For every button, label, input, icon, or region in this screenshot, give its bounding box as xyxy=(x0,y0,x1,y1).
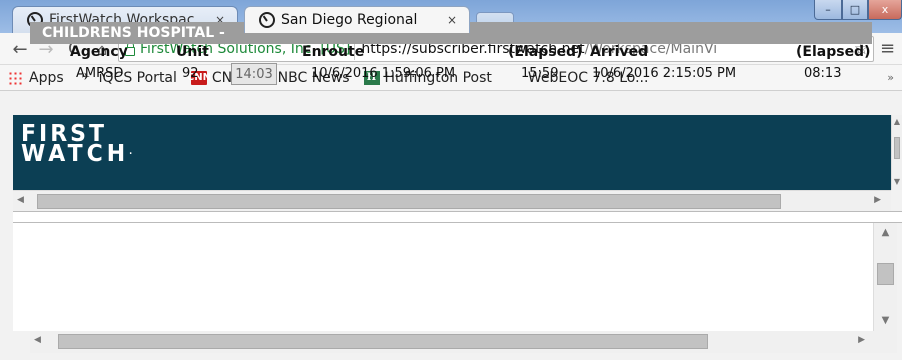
scrollbar-thumb[interactable] xyxy=(58,334,708,349)
column-header-enroute: Enroute xyxy=(302,44,365,60)
scroll-right-icon[interactable]: ▶ xyxy=(874,195,881,205)
tab-title: San Diego Regional xyxy=(281,12,418,28)
scroll-left-icon[interactable]: ◀ xyxy=(34,335,41,345)
unit-cell: 92 xyxy=(182,66,199,81)
scroll-up-icon[interactable]: ▲ xyxy=(892,117,902,126)
scroll-up-icon[interactable]: ▲ xyxy=(874,227,897,238)
chrome-menu-icon[interactable]: ≡ xyxy=(880,38,895,59)
scroll-left-icon[interactable]: ◀ xyxy=(17,195,24,205)
firstwatch-banner-frame: FIRST WATCH· xyxy=(13,115,891,190)
column-header-unit: Unit xyxy=(176,44,209,60)
logo-trademark: · xyxy=(129,149,133,159)
scrollbar-thumb[interactable] xyxy=(894,137,900,159)
unit-timer-button[interactable]: 14:03 xyxy=(231,63,277,85)
bookmarks-overflow-icon[interactable]: » xyxy=(887,71,894,84)
back-arrow-icon[interactable]: ← xyxy=(8,37,32,61)
logo-line2: WATCH xyxy=(21,140,130,168)
bookmark-label: Apps xyxy=(29,69,64,86)
apps-grid-icon xyxy=(8,70,24,85)
enroute-time-cell: 10/6/2016 1:59:06 PM xyxy=(311,66,456,81)
column-header-agency: Agency xyxy=(70,44,128,60)
scrollbar-thumb[interactable] xyxy=(37,194,781,209)
banner-horizontal-scrollbar[interactable]: ◀ ▶ xyxy=(13,190,891,211)
scrollbar-thumb[interactable] xyxy=(877,263,894,285)
hospital-status-frame xyxy=(13,223,873,331)
column-header-elapsed-enroute: (Elapsed) xyxy=(508,44,583,60)
column-header-elapsed-arrived: (Elapsed) xyxy=(796,44,871,60)
minimize-button[interactable]: – xyxy=(814,0,842,20)
elapsed-enroute-cell: 15:59 xyxy=(521,66,559,81)
tab-close-icon[interactable]: × xyxy=(447,13,457,27)
firstwatch-logo: FIRST WATCH· xyxy=(21,122,133,168)
hospital-horizontal-scrollbar[interactable]: ◀ ▶ xyxy=(30,331,873,353)
bookmark-apps[interactable]: Apps xyxy=(8,70,64,86)
browser-window: FirstWatch Workspac × San Diego Regional… xyxy=(0,0,902,360)
tab-san-diego-regional[interactable]: San Diego Regional × xyxy=(244,6,470,33)
firstwatch-favicon-icon xyxy=(259,12,275,28)
elapsed-arrived-cell: 08:13 xyxy=(804,66,842,81)
arrived-time-cell: 10/6/2016 2:15:05 PM xyxy=(592,66,737,81)
column-header-arrived: Arrived xyxy=(590,44,649,60)
maximize-button[interactable]: □ xyxy=(842,0,868,20)
scroll-right-icon[interactable]: ▶ xyxy=(858,335,865,345)
agency-cell: AMRSD xyxy=(76,66,124,81)
frame-divider[interactable] xyxy=(13,211,902,223)
banner-vertical-scrollbar[interactable]: ▲ ▼ xyxy=(891,115,902,190)
scroll-down-icon[interactable]: ▼ xyxy=(892,177,902,186)
scrollbar-corner xyxy=(873,331,897,353)
close-window-button[interactable]: x xyxy=(868,0,902,20)
scroll-down-icon[interactable]: ▼ xyxy=(874,315,897,326)
hospital-vertical-scrollbar[interactable]: ▲ ▼ xyxy=(873,223,897,331)
